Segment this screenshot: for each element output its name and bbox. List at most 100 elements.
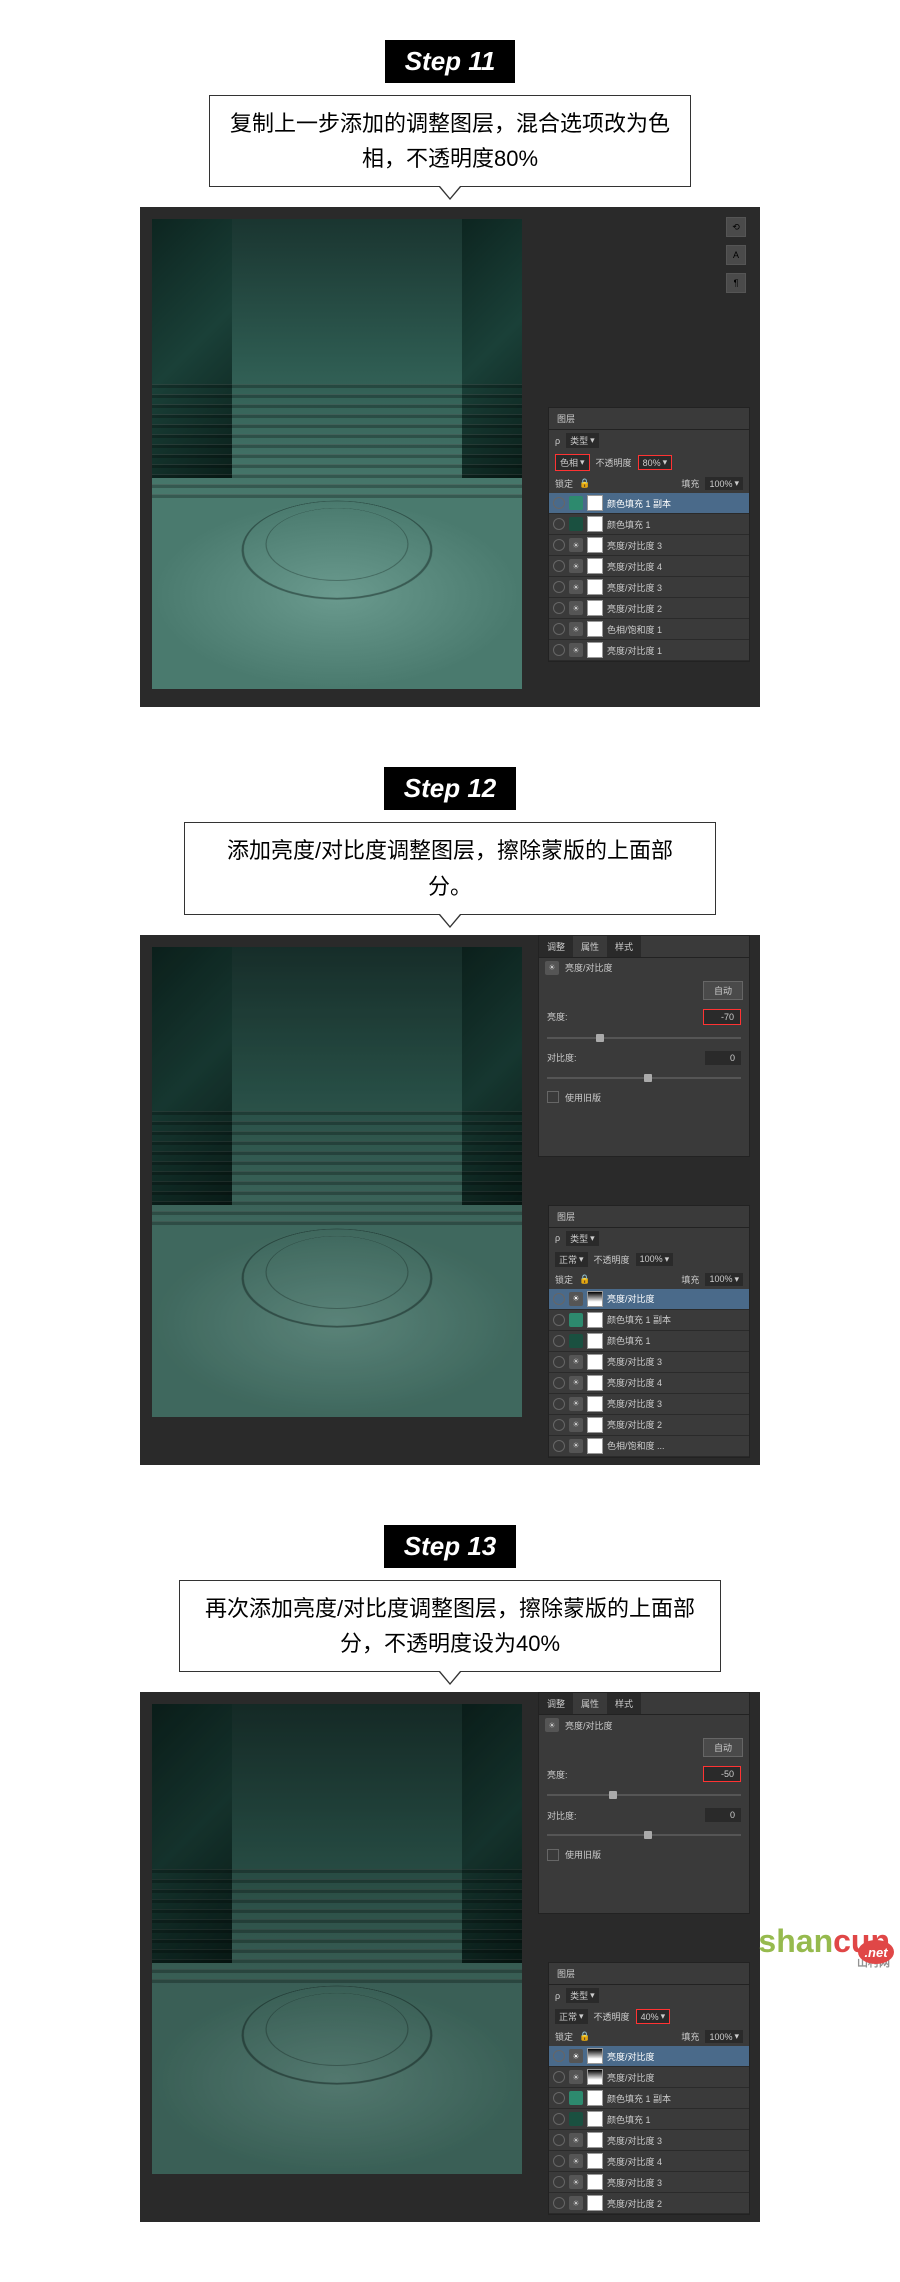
legacy-checkbox[interactable]	[547, 1849, 559, 1861]
fill-input[interactable]: 100% ▾	[705, 2030, 743, 2043]
layer-row[interactable]: 亮度/对比度 2	[549, 598, 749, 619]
layer-name[interactable]: 亮度/对比度 3	[607, 1397, 745, 1410]
layer-mask-thumb[interactable]	[587, 1291, 603, 1307]
brightness-slider[interactable]	[547, 1037, 741, 1039]
visibility-eye-icon[interactable]	[553, 2134, 565, 2146]
layer-mask-thumb[interactable]	[587, 2132, 603, 2148]
layer-name[interactable]: 亮度/对比度 3	[607, 539, 745, 552]
opacity-input[interactable]: 80% ▾	[638, 455, 673, 470]
layer-name[interactable]: 颜色填充 1 副本	[607, 2092, 745, 2105]
layer-row[interactable]: 亮度/对比度 4	[549, 1373, 749, 1394]
visibility-eye-icon[interactable]	[553, 1314, 565, 1326]
visibility-eye-icon[interactable]	[553, 623, 565, 635]
brightness-slider[interactable]	[547, 1794, 741, 1796]
layers-tab[interactable]: 图层	[549, 408, 583, 429]
visibility-eye-icon[interactable]	[553, 602, 565, 614]
contrast-slider[interactable]	[547, 1077, 741, 1079]
visibility-eye-icon[interactable]	[553, 2176, 565, 2188]
styles-tab[interactable]: 样式	[607, 1693, 641, 1714]
properties-tab[interactable]: 属性	[573, 936, 607, 957]
layer-mask-thumb[interactable]	[587, 2069, 603, 2085]
layer-name[interactable]: 亮度/对比度 4	[607, 1376, 745, 1389]
layers-tab[interactable]: 图层	[549, 1206, 583, 1227]
layer-mask-thumb[interactable]	[587, 1312, 603, 1328]
auto-button[interactable]: 自动	[703, 981, 743, 1000]
history-icon[interactable]: ⟲	[726, 217, 746, 237]
visibility-eye-icon[interactable]	[553, 497, 565, 509]
layer-row[interactable]: 颜色填充 1	[549, 2109, 749, 2130]
layer-name[interactable]: 亮度/对比度 3	[607, 2134, 745, 2147]
char-icon[interactable]: A	[726, 245, 746, 265]
layer-row[interactable]: 亮度/对比度 3	[549, 1394, 749, 1415]
opacity-input[interactable]: 100% ▾	[636, 1253, 674, 1266]
layer-mask-thumb[interactable]	[587, 1375, 603, 1391]
visibility-eye-icon[interactable]	[553, 539, 565, 551]
layer-mask-thumb[interactable]	[587, 2195, 603, 2211]
layer-name[interactable]: 亮度/对比度 3	[607, 581, 745, 594]
brightness-value[interactable]: -70	[703, 1009, 741, 1025]
visibility-eye-icon[interactable]	[553, 2113, 565, 2125]
layer-name[interactable]: 颜色填充 1	[607, 518, 745, 531]
layer-row[interactable]: 亮度/对比度 2	[549, 2193, 749, 2214]
layer-row[interactable]: 色相/饱和度 1	[549, 619, 749, 640]
layer-row[interactable]: 亮度/对比度 3	[549, 1352, 749, 1373]
contrast-slider[interactable]	[547, 1834, 741, 1836]
layer-name[interactable]: 亮度/对比度	[607, 2050, 745, 2063]
layer-mask-thumb[interactable]	[587, 2111, 603, 2127]
fill-input[interactable]: 100% ▾	[705, 1273, 743, 1286]
layer-row[interactable]: 亮度/对比度 2	[549, 1415, 749, 1436]
layer-name[interactable]: 颜色填充 1 副本	[607, 1313, 745, 1326]
layer-row[interactable]: 颜色填充 1 副本	[549, 493, 749, 514]
layer-row[interactable]: 亮度/对比度 1	[549, 640, 749, 661]
layer-mask-thumb[interactable]	[587, 600, 603, 616]
layer-name[interactable]: 亮度/对比度	[607, 2071, 745, 2084]
blend-mode-select[interactable]: 正常 ▾	[555, 1252, 588, 1267]
layer-row[interactable]: 颜色填充 1	[549, 514, 749, 535]
layer-row[interactable]: 亮度/对比度	[549, 2067, 749, 2088]
properties-tab[interactable]: 属性	[573, 1693, 607, 1714]
layer-row[interactable]: 亮度/对比度 3	[549, 2172, 749, 2193]
visibility-eye-icon[interactable]	[553, 1440, 565, 1452]
layer-row[interactable]: 颜色填充 1	[549, 1331, 749, 1352]
visibility-eye-icon[interactable]	[553, 1377, 565, 1389]
adjustments-tab[interactable]: 调整	[539, 1693, 573, 1714]
styles-tab[interactable]: 样式	[607, 936, 641, 957]
visibility-eye-icon[interactable]	[553, 644, 565, 656]
layer-mask-thumb[interactable]	[587, 2090, 603, 2106]
blend-mode-select[interactable]: 正常 ▾	[555, 2009, 588, 2024]
layers-tab[interactable]: 图层	[549, 1963, 583, 1984]
layer-name[interactable]: 亮度/对比度 3	[607, 1355, 745, 1368]
contrast-value[interactable]: 0	[705, 1051, 741, 1065]
layer-row[interactable]: 亮度/对比度 4	[549, 556, 749, 577]
visibility-eye-icon[interactable]	[553, 2071, 565, 2083]
kind-select[interactable]: 类型 ▾	[566, 1988, 599, 2003]
layer-row[interactable]: 色相/饱和度 ...	[549, 1436, 749, 1457]
layer-name[interactable]: 亮度/对比度	[607, 1292, 745, 1305]
layer-row[interactable]: 亮度/对比度	[549, 1289, 749, 1310]
layer-name[interactable]: 色相/饱和度 1	[607, 623, 745, 636]
blend-mode-select[interactable]: 色相 ▾	[555, 454, 590, 471]
layer-row[interactable]: 亮度/对比度 3	[549, 577, 749, 598]
layer-name[interactable]: 亮度/对比度 4	[607, 560, 745, 573]
layer-mask-thumb[interactable]	[587, 2048, 603, 2064]
visibility-eye-icon[interactable]	[553, 518, 565, 530]
auto-button[interactable]: 自动	[703, 1738, 743, 1757]
layer-name[interactable]: 亮度/对比度 1	[607, 644, 745, 657]
layer-row[interactable]: 亮度/对比度 3	[549, 2130, 749, 2151]
visibility-eye-icon[interactable]	[553, 560, 565, 572]
layer-name[interactable]: 亮度/对比度 2	[607, 2197, 745, 2210]
visibility-eye-icon[interactable]	[553, 1419, 565, 1431]
visibility-eye-icon[interactable]	[553, 2197, 565, 2209]
layer-mask-thumb[interactable]	[587, 642, 603, 658]
layer-mask-thumb[interactable]	[587, 1438, 603, 1454]
layer-mask-thumb[interactable]	[587, 1396, 603, 1412]
visibility-eye-icon[interactable]	[553, 1335, 565, 1347]
layer-mask-thumb[interactable]	[587, 579, 603, 595]
layer-name[interactable]: 色相/饱和度 ...	[607, 1439, 745, 1452]
opacity-input[interactable]: 40% ▾	[636, 2009, 671, 2024]
visibility-eye-icon[interactable]	[553, 581, 565, 593]
layer-name[interactable]: 亮度/对比度 2	[607, 602, 745, 615]
contrast-value[interactable]: 0	[705, 1808, 741, 1822]
visibility-eye-icon[interactable]	[553, 1293, 565, 1305]
visibility-eye-icon[interactable]	[553, 2092, 565, 2104]
